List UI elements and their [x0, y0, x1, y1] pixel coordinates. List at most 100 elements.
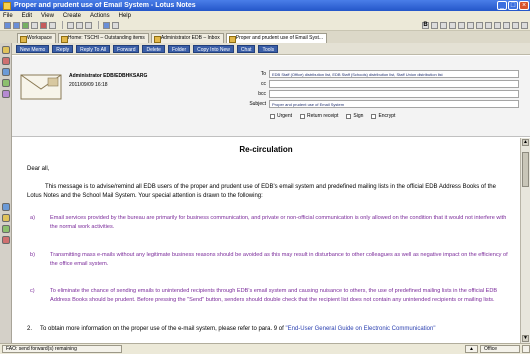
- urgent-checkbox[interactable]: [270, 113, 275, 119]
- bookmark-databases-icon[interactable]: [2, 203, 10, 211]
- guide-link[interactable]: "End-User General Guide on Electronic Co…: [285, 326, 435, 332]
- delivery-options: Urgent Return receipt Sign Encrypt: [270, 113, 403, 119]
- to-field[interactable]: EDB Staff (Office) distribution list, ED…: [269, 70, 519, 78]
- status-message: FAO: send forward(s) remaining: [2, 345, 122, 353]
- tab-workspace[interactable]: Workspace: [17, 33, 56, 43]
- menu-bar: File Edit View Create Actions Help: [0, 11, 530, 20]
- greeting: Dear all,: [27, 166, 50, 172]
- encrypt-label: Encrypt: [378, 113, 396, 119]
- scroll-down-arrow-icon[interactable]: ▼: [522, 335, 529, 342]
- save-icon[interactable]: [31, 21, 38, 29]
- option-return-receipt[interactable]: Return receipt: [300, 113, 338, 119]
- search-icon[interactable]: [103, 21, 110, 29]
- toolbar: B: [0, 20, 530, 31]
- list-item: b) Transmitting mass e-mails without any…: [30, 251, 512, 269]
- toolbar-divider: [98, 21, 99, 29]
- sender-name: Administrator EDB/EDBHKSARG: [69, 73, 148, 79]
- tools-icon[interactable]: [112, 21, 119, 29]
- new-memo-button[interactable]: New Memo: [16, 44, 50, 53]
- copy-icon[interactable]: [76, 21, 83, 29]
- bookmark-contacts-icon[interactable]: [2, 68, 10, 76]
- menu-view[interactable]: View: [41, 13, 54, 19]
- menu-help[interactable]: Help: [119, 13, 131, 19]
- tab-inbox[interactable]: Administrator EDB – Inbox: [150, 33, 224, 43]
- title-bar: Proper and prudent use of Email System -…: [0, 0, 530, 11]
- vertical-scrollbar[interactable]: ▲ ▼: [520, 138, 530, 343]
- stop-icon[interactable]: [40, 21, 47, 29]
- sent-date: 2011/09/09 16:18: [69, 82, 108, 88]
- bookmark-mail-icon[interactable]: [2, 46, 10, 54]
- bookmark-favorites-icon[interactable]: [2, 214, 10, 222]
- copy-into-new-button[interactable]: Copy Into New: [193, 44, 234, 53]
- sign-checkbox[interactable]: [346, 113, 352, 119]
- encrypt-checkbox[interactable]: [371, 113, 377, 119]
- status-arrow[interactable]: ▲: [465, 345, 478, 353]
- list-item-marker: b): [30, 252, 35, 258]
- subject-field[interactable]: Proper and prudent use of Email System: [269, 100, 519, 108]
- spellcheck-icon[interactable]: [512, 21, 519, 29]
- bookmark-bar: [0, 43, 12, 343]
- forward-button[interactable]: Forward: [113, 44, 140, 53]
- option-urgent[interactable]: Urgent: [270, 113, 292, 119]
- bookmark-calendar-icon[interactable]: [2, 57, 10, 65]
- bookmark-replicator-icon[interactable]: [2, 90, 10, 98]
- option-sign[interactable]: Sign: [346, 113, 363, 119]
- bullets-icon[interactable]: [458, 21, 465, 29]
- cc-field[interactable]: [269, 80, 519, 88]
- menu-file[interactable]: File: [3, 13, 13, 19]
- tab-home[interactable]: Home: TSCHI – Outstanding items: [57, 33, 149, 43]
- list-item-marker: c): [30, 288, 35, 294]
- return-receipt-label: Return receipt: [307, 113, 339, 119]
- to-label: To: [260, 71, 266, 77]
- message-body[interactable]: Re-circulation Dear all, This message is…: [12, 138, 520, 343]
- cc-label: cc: [261, 81, 266, 87]
- numbering-icon[interactable]: [467, 21, 474, 29]
- maximize-button[interactable]: □: [508, 1, 518, 10]
- table-icon[interactable]: [503, 21, 510, 29]
- bcc-field[interactable]: [269, 90, 519, 98]
- minimize-button[interactable]: _: [497, 1, 507, 10]
- option-encrypt[interactable]: Encrypt: [371, 113, 395, 119]
- paragraph-2: 2. To obtain more information on the prop…: [27, 325, 512, 334]
- delete-button[interactable]: Delete: [142, 44, 165, 53]
- underline-icon[interactable]: [440, 21, 447, 29]
- menu-create[interactable]: Create: [63, 13, 81, 19]
- outdent-icon[interactable]: [485, 21, 492, 29]
- lotus-notes-icon: [3, 1, 11, 10]
- reply-all-button[interactable]: Reply To All: [76, 44, 111, 53]
- close-button[interactable]: ×: [519, 1, 529, 10]
- print-icon[interactable]: [49, 21, 56, 29]
- forward-icon[interactable]: [13, 21, 20, 29]
- bookmark-web-icon[interactable]: [2, 225, 10, 233]
- tab-current-memo[interactable]: Proper and prudent use of Email Syst...: [225, 33, 328, 43]
- italic-icon[interactable]: [431, 21, 438, 29]
- stamp-icon: [20, 74, 62, 100]
- indent-icon[interactable]: [476, 21, 483, 29]
- paragraph-number: 2.: [27, 326, 33, 332]
- back-icon[interactable]: [4, 21, 11, 29]
- scroll-thumb[interactable]: [522, 152, 529, 187]
- font-color-icon[interactable]: [449, 21, 456, 29]
- list-item-text: To eliminate the chance of sending email…: [50, 288, 498, 303]
- chat-button[interactable]: Chat: [236, 44, 256, 53]
- bookmark-todo-icon[interactable]: [2, 79, 10, 87]
- window-title: Proper and prudent use of Email System -…: [14, 2, 196, 9]
- menu-actions[interactable]: Actions: [90, 13, 110, 19]
- location-selector[interactable]: Office: [480, 345, 520, 353]
- scroll-up-arrow-icon[interactable]: ▲: [522, 139, 529, 146]
- return-receipt-checkbox[interactable]: [300, 113, 306, 119]
- menu-edit[interactable]: Edit: [22, 13, 32, 19]
- list-item-text: Transmitting mass e-mails without any le…: [50, 252, 508, 267]
- folder-button[interactable]: Folder: [167, 44, 191, 53]
- attach-icon[interactable]: [521, 21, 528, 29]
- cut-icon[interactable]: [67, 21, 74, 29]
- align-icon[interactable]: [494, 21, 501, 29]
- refresh-icon[interactable]: [22, 21, 29, 29]
- list-item: a) Email services provided by the bureau…: [30, 214, 512, 232]
- bookmark-more-icon[interactable]: [2, 236, 10, 244]
- tools-button[interactable]: Tools: [258, 44, 279, 53]
- reply-button[interactable]: Reply: [52, 44, 74, 53]
- bold-icon[interactable]: B: [422, 21, 429, 29]
- memo-header: Administrator EDB/EDBHKSARG 2011/09/09 1…: [12, 56, 530, 137]
- paste-icon[interactable]: [85, 21, 92, 29]
